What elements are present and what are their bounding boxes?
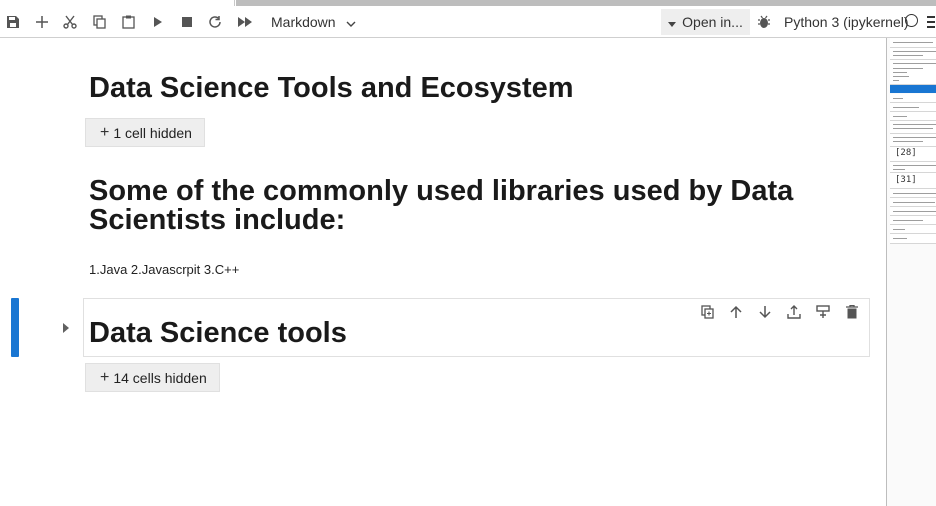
- add-cell-icon[interactable]: [33, 6, 51, 37]
- caret-down-icon: [668, 14, 677, 30]
- minimap-cell: [890, 225, 936, 234]
- notebook-toolbar: Markdown Open in... Python 3 (ipykernel): [0, 6, 936, 38]
- minimap-cell-number-2: [31]: [895, 175, 917, 185]
- restart-icon[interactable]: [206, 6, 224, 37]
- minimap-cell: [890, 198, 936, 207]
- cell-type-label: Markdown: [271, 13, 336, 30]
- minimap-cell: [890, 94, 936, 103]
- cell-type-dropdown[interactable]: Markdown: [263, 6, 364, 37]
- debug-icon[interactable]: [755, 6, 773, 37]
- title-heading: Data Science Tools and Ecosystem: [89, 72, 574, 104]
- plus-icon: +: [100, 123, 110, 141]
- hidden-cells-label-1: 1 cell hidden: [113, 124, 192, 141]
- hidden-cells-button-2[interactable]: + 14 cells hidden: [85, 363, 220, 392]
- move-up-icon[interactable]: [727, 303, 745, 321]
- cell-action-toolbar: [698, 303, 861, 323]
- hidden-cells-label-2: 14 cells hidden: [113, 369, 207, 386]
- run-all-icon[interactable]: [235, 6, 255, 37]
- collapse-caret-icon[interactable]: [63, 323, 69, 333]
- paste-icon[interactable]: [119, 6, 137, 37]
- libraries-heading: Some of the commonly used libraries used…: [89, 175, 794, 236]
- minimap-code-cell: [28]: [890, 147, 936, 162]
- minimap-cell: [890, 234, 936, 244]
- kernel-name[interactable]: Python 3 (ipykernel): [784, 6, 909, 37]
- languages-text: 1.Java 2.Javascrpit 3.C++: [89, 262, 240, 277]
- minimap-cell: [890, 38, 936, 48]
- open-in-label: Open in...: [682, 14, 743, 30]
- minimap-cell: [890, 216, 936, 225]
- cut-icon[interactable]: [61, 6, 79, 37]
- minimap-cell-number-1: [28]: [895, 148, 917, 158]
- tools-heading: Data Science tools: [89, 317, 347, 349]
- minimap-cell: [890, 48, 936, 60]
- plus-icon: +: [100, 368, 110, 386]
- active-cell-indicator: [11, 298, 19, 357]
- chevron-down-icon: [346, 14, 356, 30]
- minimap-cell: [890, 207, 936, 216]
- notebook-minimap[interactable]: [28] [31]: [886, 38, 936, 506]
- open-in-button[interactable]: Open in...: [661, 9, 750, 35]
- delete-icon[interactable]: [843, 303, 861, 321]
- minimap-cell: [890, 112, 936, 121]
- minimap-cell: [890, 134, 936, 147]
- minimap-cell: [890, 60, 936, 85]
- notebook-panel: Data Science Tools and Ecosystem + 1 cel…: [0, 38, 886, 506]
- save-icon[interactable]: [4, 6, 22, 37]
- move-down-icon[interactable]: [756, 303, 774, 321]
- insert-above-icon[interactable]: [785, 303, 803, 321]
- kernel-label: Python 3 (ipykernel): [784, 13, 909, 30]
- run-icon[interactable]: [149, 6, 167, 37]
- copy-icon[interactable]: [90, 6, 108, 37]
- minimap-cell: [890, 162, 936, 173]
- duplicate-icon[interactable]: [698, 303, 716, 321]
- stop-icon[interactable]: [178, 6, 196, 37]
- minimap-cell: [890, 189, 936, 198]
- menu-icon[interactable]: [926, 6, 936, 37]
- hidden-cells-button-1[interactable]: + 1 cell hidden: [85, 118, 205, 147]
- minimap-code-cell: [31]: [890, 173, 936, 189]
- minimap-cell: [890, 121, 936, 134]
- kernel-status-icon: [905, 14, 918, 27]
- insert-below-icon[interactable]: [814, 303, 832, 321]
- minimap-selected-cell: [890, 85, 936, 93]
- minimap-cell: [890, 103, 936, 112]
